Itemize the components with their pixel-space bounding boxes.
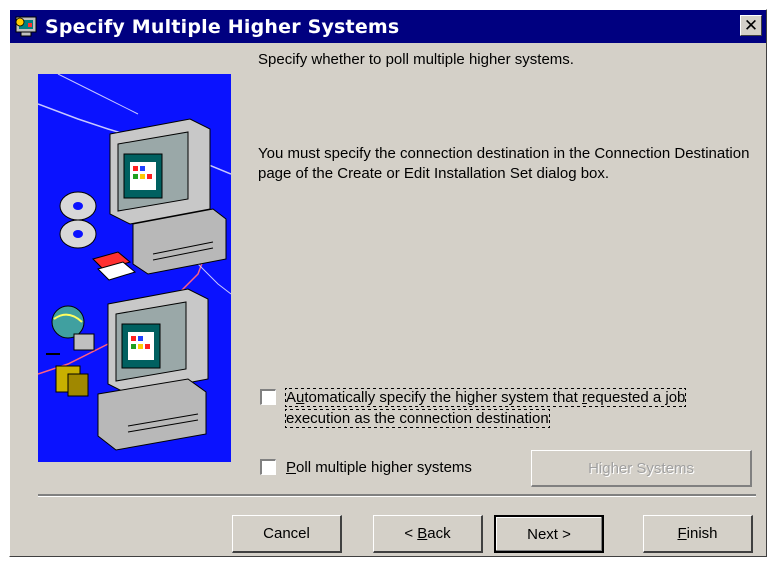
close-icon: ✕ [743,15,759,35]
networked-computers-illustration [37,73,232,462]
dialog-window: Specify Multiple Higher Systems ✕ Specif… [9,9,767,557]
header-description: Specify whether to poll multiple higher … [258,51,574,68]
connection-info-text: You must specify the connection destinat… [258,145,750,182]
auto-specify-checkbox[interactable] [260,389,276,405]
upper-computer-icon [109,118,227,275]
auto-specify-label-text: Automatically specify the higher system … [284,388,687,428]
cd-disc-icon [59,191,97,249]
finish-button[interactable]: Finish [643,515,753,553]
floppy-disk-icon [92,251,137,281]
poll-multiple-option[interactable]: Poll multiple higher systems [260,457,472,478]
next-label: Next > [527,525,571,543]
network-globe-icon [46,305,95,397]
title-bar[interactable]: Specify Multiple Higher Systems ✕ [10,10,766,43]
finish-label: Finish [677,525,718,542]
illustration-art [37,73,232,451]
close-button[interactable]: ✕ [740,15,762,36]
next-button[interactable]: Next > [494,515,604,553]
auto-specify-label[interactable]: Automatically specify the higher system … [284,387,746,429]
cancel-label: Cancel [263,525,310,542]
auto-specify-option[interactable]: Automatically specify the higher system … [260,387,746,429]
cancel-button[interactable]: Cancel [232,515,342,553]
window-title: Specify Multiple Higher Systems [45,15,400,38]
back-button[interactable]: < Back [373,515,483,553]
poll-multiple-label[interactable]: Poll multiple higher systems [286,457,472,478]
lower-computer-icon [97,288,209,451]
higher-systems-label: Higher Systems [588,459,694,477]
poll-multiple-checkbox[interactable] [260,459,276,475]
button-separator [38,494,756,497]
higher-systems-button[interactable]: Higher Systems [531,450,752,487]
back-label: < Back [404,525,451,542]
installer-computer-icon [15,16,37,36]
